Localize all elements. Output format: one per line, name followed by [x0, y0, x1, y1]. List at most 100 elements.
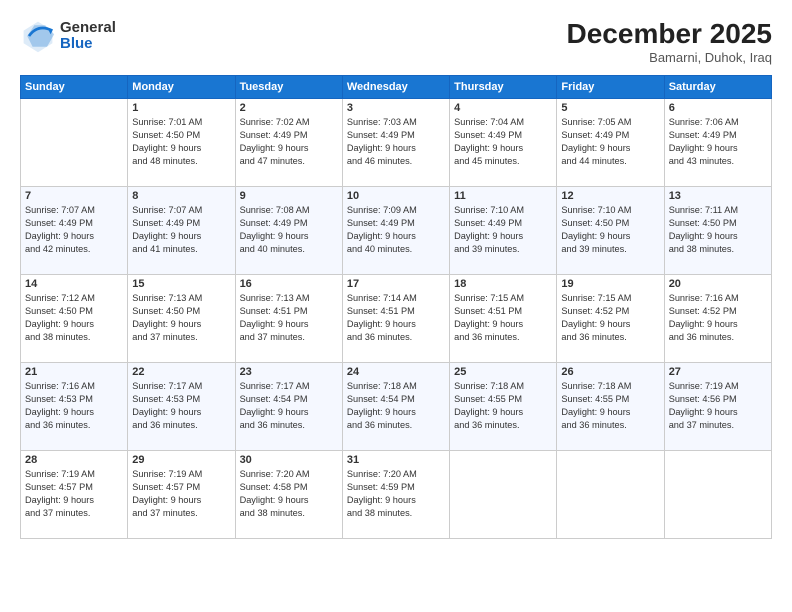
day-info: Sunrise: 7:16 AMSunset: 4:52 PMDaylight:…: [669, 292, 767, 344]
calendar-cell: 11 Sunrise: 7:10 AMSunset: 4:49 PMDayligh…: [450, 187, 557, 275]
location: Bamarni, Duhok, Iraq: [567, 50, 772, 65]
day-number: 9: [240, 190, 338, 202]
calendar-cell: 5 Sunrise: 7:05 AMSunset: 4:49 PMDaylight…: [557, 99, 664, 187]
day-number: 25: [454, 366, 552, 378]
day-number: 3: [347, 102, 445, 114]
page: General Blue December 2025 Bamarni, Duho…: [0, 0, 792, 612]
day-number: 24: [347, 366, 445, 378]
calendar-cell: 2 Sunrise: 7:02 AMSunset: 4:49 PMDaylight…: [235, 99, 342, 187]
day-info: Sunrise: 7:05 AMSunset: 4:49 PMDaylight:…: [561, 116, 659, 168]
calendar-cell: [557, 451, 664, 539]
day-info: Sunrise: 7:15 AMSunset: 4:51 PMDaylight:…: [454, 292, 552, 344]
day-number: 16: [240, 278, 338, 290]
header: General Blue December 2025 Bamarni, Duho…: [20, 18, 772, 65]
day-number: 14: [25, 278, 123, 290]
day-info: Sunrise: 7:10 AMSunset: 4:49 PMDaylight:…: [454, 204, 552, 256]
day-number: 19: [561, 278, 659, 290]
day-number: 8: [132, 190, 230, 202]
day-info: Sunrise: 7:11 AMSunset: 4:50 PMDaylight:…: [669, 204, 767, 256]
calendar-cell: 25 Sunrise: 7:18 AMSunset: 4:55 PMDayligh…: [450, 363, 557, 451]
logo-icon: [20, 18, 56, 54]
day-number: 10: [347, 190, 445, 202]
calendar-cell: 19 Sunrise: 7:15 AMSunset: 4:52 PMDayligh…: [557, 275, 664, 363]
title-block: December 2025 Bamarni, Duhok, Iraq: [567, 18, 772, 65]
day-info: Sunrise: 7:17 AMSunset: 4:53 PMDaylight:…: [132, 380, 230, 432]
day-info: Sunrise: 7:02 AMSunset: 4:49 PMDaylight:…: [240, 116, 338, 168]
day-info: Sunrise: 7:18 AMSunset: 4:55 PMDaylight:…: [561, 380, 659, 432]
day-info: Sunrise: 7:19 AMSunset: 4:57 PMDaylight:…: [25, 468, 123, 520]
day-info: Sunrise: 7:13 AMSunset: 4:51 PMDaylight:…: [240, 292, 338, 344]
calendar-cell: 27Sunrise: 7:19 AMSunset: 4:56 PMDayligh…: [664, 363, 771, 451]
day-number: 22: [132, 366, 230, 378]
day-info: Sunrise: 7:17 AMSunset: 4:54 PMDaylight:…: [240, 380, 338, 432]
calendar-cell: 10 Sunrise: 7:09 AMSunset: 4:49 PMDayligh…: [342, 187, 449, 275]
day-info: Sunrise: 7:19 AMSunset: 4:57 PMDaylight:…: [132, 468, 230, 520]
day-number: 11: [454, 190, 552, 202]
day-number: 12: [561, 190, 659, 202]
calendar-cell: 16 Sunrise: 7:13 AMSunset: 4:51 PMDayligh…: [235, 275, 342, 363]
logo-general: General: [60, 20, 116, 37]
day-info: Sunrise: 7:15 AMSunset: 4:52 PMDaylight:…: [561, 292, 659, 344]
calendar-week-row: 7 Sunrise: 7:07 AMSunset: 4:49 PMDaylight…: [21, 187, 772, 275]
day-info: Sunrise: 7:07 AMSunset: 4:49 PMDaylight:…: [25, 204, 123, 256]
calendar-cell: 1Sunrise: 7:01 AMSunset: 4:50 PMDaylight…: [128, 99, 235, 187]
logo: General Blue: [20, 18, 116, 54]
calendar-cell: 15 Sunrise: 7:13 AMSunset: 4:50 PMDayligh…: [128, 275, 235, 363]
calendar-cell: 23Sunrise: 7:17 AMSunset: 4:54 PMDayligh…: [235, 363, 342, 451]
day-number: 31: [347, 454, 445, 466]
day-number: 28: [25, 454, 123, 466]
day-number: 21: [25, 366, 123, 378]
calendar-cell: 8Sunrise: 7:07 AMSunset: 4:49 PMDaylight…: [128, 187, 235, 275]
day-info: Sunrise: 7:09 AMSunset: 4:49 PMDaylight:…: [347, 204, 445, 256]
day-number: 15: [132, 278, 230, 290]
logo-blue: Blue: [60, 36, 116, 53]
calendar-cell: 24 Sunrise: 7:18 AMSunset: 4:54 PMDayligh…: [342, 363, 449, 451]
day-info: Sunrise: 7:01 AMSunset: 4:50 PMDaylight:…: [132, 116, 230, 168]
calendar-cell: 29 Sunrise: 7:19 AMSunset: 4:57 PMDayligh…: [128, 451, 235, 539]
month-title: December 2025: [567, 18, 772, 50]
day-info: Sunrise: 7:18 AMSunset: 4:55 PMDaylight:…: [454, 380, 552, 432]
logo-text: General Blue: [60, 20, 116, 53]
calendar-cell: 9Sunrise: 7:08 AMSunset: 4:49 PMDaylight…: [235, 187, 342, 275]
calendar-cell: 31Sunrise: 7:20 AMSunset: 4:59 PMDayligh…: [342, 451, 449, 539]
weekday-header-row: SundayMondayTuesdayWednesdayThursdayFrid…: [21, 76, 772, 99]
day-number: 27: [669, 366, 767, 378]
calendar-cell: [21, 99, 128, 187]
calendar-cell: 22 Sunrise: 7:17 AMSunset: 4:53 PMDayligh…: [128, 363, 235, 451]
day-info: Sunrise: 7:18 AMSunset: 4:54 PMDaylight:…: [347, 380, 445, 432]
day-info: Sunrise: 7:12 AMSunset: 4:50 PMDaylight:…: [25, 292, 123, 344]
day-number: 7: [25, 190, 123, 202]
calendar-cell: 26 Sunrise: 7:18 AMSunset: 4:55 PMDayligh…: [557, 363, 664, 451]
calendar-cell: 14 Sunrise: 7:12 AMSunset: 4:50 PMDayligh…: [21, 275, 128, 363]
day-info: Sunrise: 7:04 AMSunset: 4:49 PMDaylight:…: [454, 116, 552, 168]
calendar-cell: 4 Sunrise: 7:04 AMSunset: 4:49 PMDaylight…: [450, 99, 557, 187]
day-info: Sunrise: 7:06 AMSunset: 4:49 PMDaylight:…: [669, 116, 767, 168]
day-number: 13: [669, 190, 767, 202]
calendar-cell: [664, 451, 771, 539]
day-number: 30: [240, 454, 338, 466]
calendar-week-row: 21Sunrise: 7:16 AMSunset: 4:53 PMDayligh…: [21, 363, 772, 451]
calendar-cell: 17Sunrise: 7:14 AMSunset: 4:51 PMDayligh…: [342, 275, 449, 363]
calendar-cell: 13 Sunrise: 7:11 AMSunset: 4:50 PMDayligh…: [664, 187, 771, 275]
day-info: Sunrise: 7:20 AMSunset: 4:58 PMDaylight:…: [240, 468, 338, 520]
day-number: 5: [561, 102, 659, 114]
day-info: Sunrise: 7:10 AMSunset: 4:50 PMDaylight:…: [561, 204, 659, 256]
day-info: Sunrise: 7:14 AMSunset: 4:51 PMDaylight:…: [347, 292, 445, 344]
day-number: 29: [132, 454, 230, 466]
calendar-cell: 7 Sunrise: 7:07 AMSunset: 4:49 PMDaylight…: [21, 187, 128, 275]
weekday-header-cell: Monday: [128, 76, 235, 99]
day-info: Sunrise: 7:13 AMSunset: 4:50 PMDaylight:…: [132, 292, 230, 344]
day-number: 18: [454, 278, 552, 290]
calendar-week-row: 1Sunrise: 7:01 AMSunset: 4:50 PMDaylight…: [21, 99, 772, 187]
calendar-cell: 28 Sunrise: 7:19 AMSunset: 4:57 PMDayligh…: [21, 451, 128, 539]
calendar-cell: 30 Sunrise: 7:20 AMSunset: 4:58 PMDayligh…: [235, 451, 342, 539]
day-number: 4: [454, 102, 552, 114]
weekday-header-cell: Friday: [557, 76, 664, 99]
calendar-cell: [450, 451, 557, 539]
weekday-header-cell: Saturday: [664, 76, 771, 99]
day-info: Sunrise: 7:03 AMSunset: 4:49 PMDaylight:…: [347, 116, 445, 168]
calendar-cell: 18 Sunrise: 7:15 AMSunset: 4:51 PMDayligh…: [450, 275, 557, 363]
day-number: 26: [561, 366, 659, 378]
day-number: 2: [240, 102, 338, 114]
calendar-week-row: 14 Sunrise: 7:12 AMSunset: 4:50 PMDayligh…: [21, 275, 772, 363]
